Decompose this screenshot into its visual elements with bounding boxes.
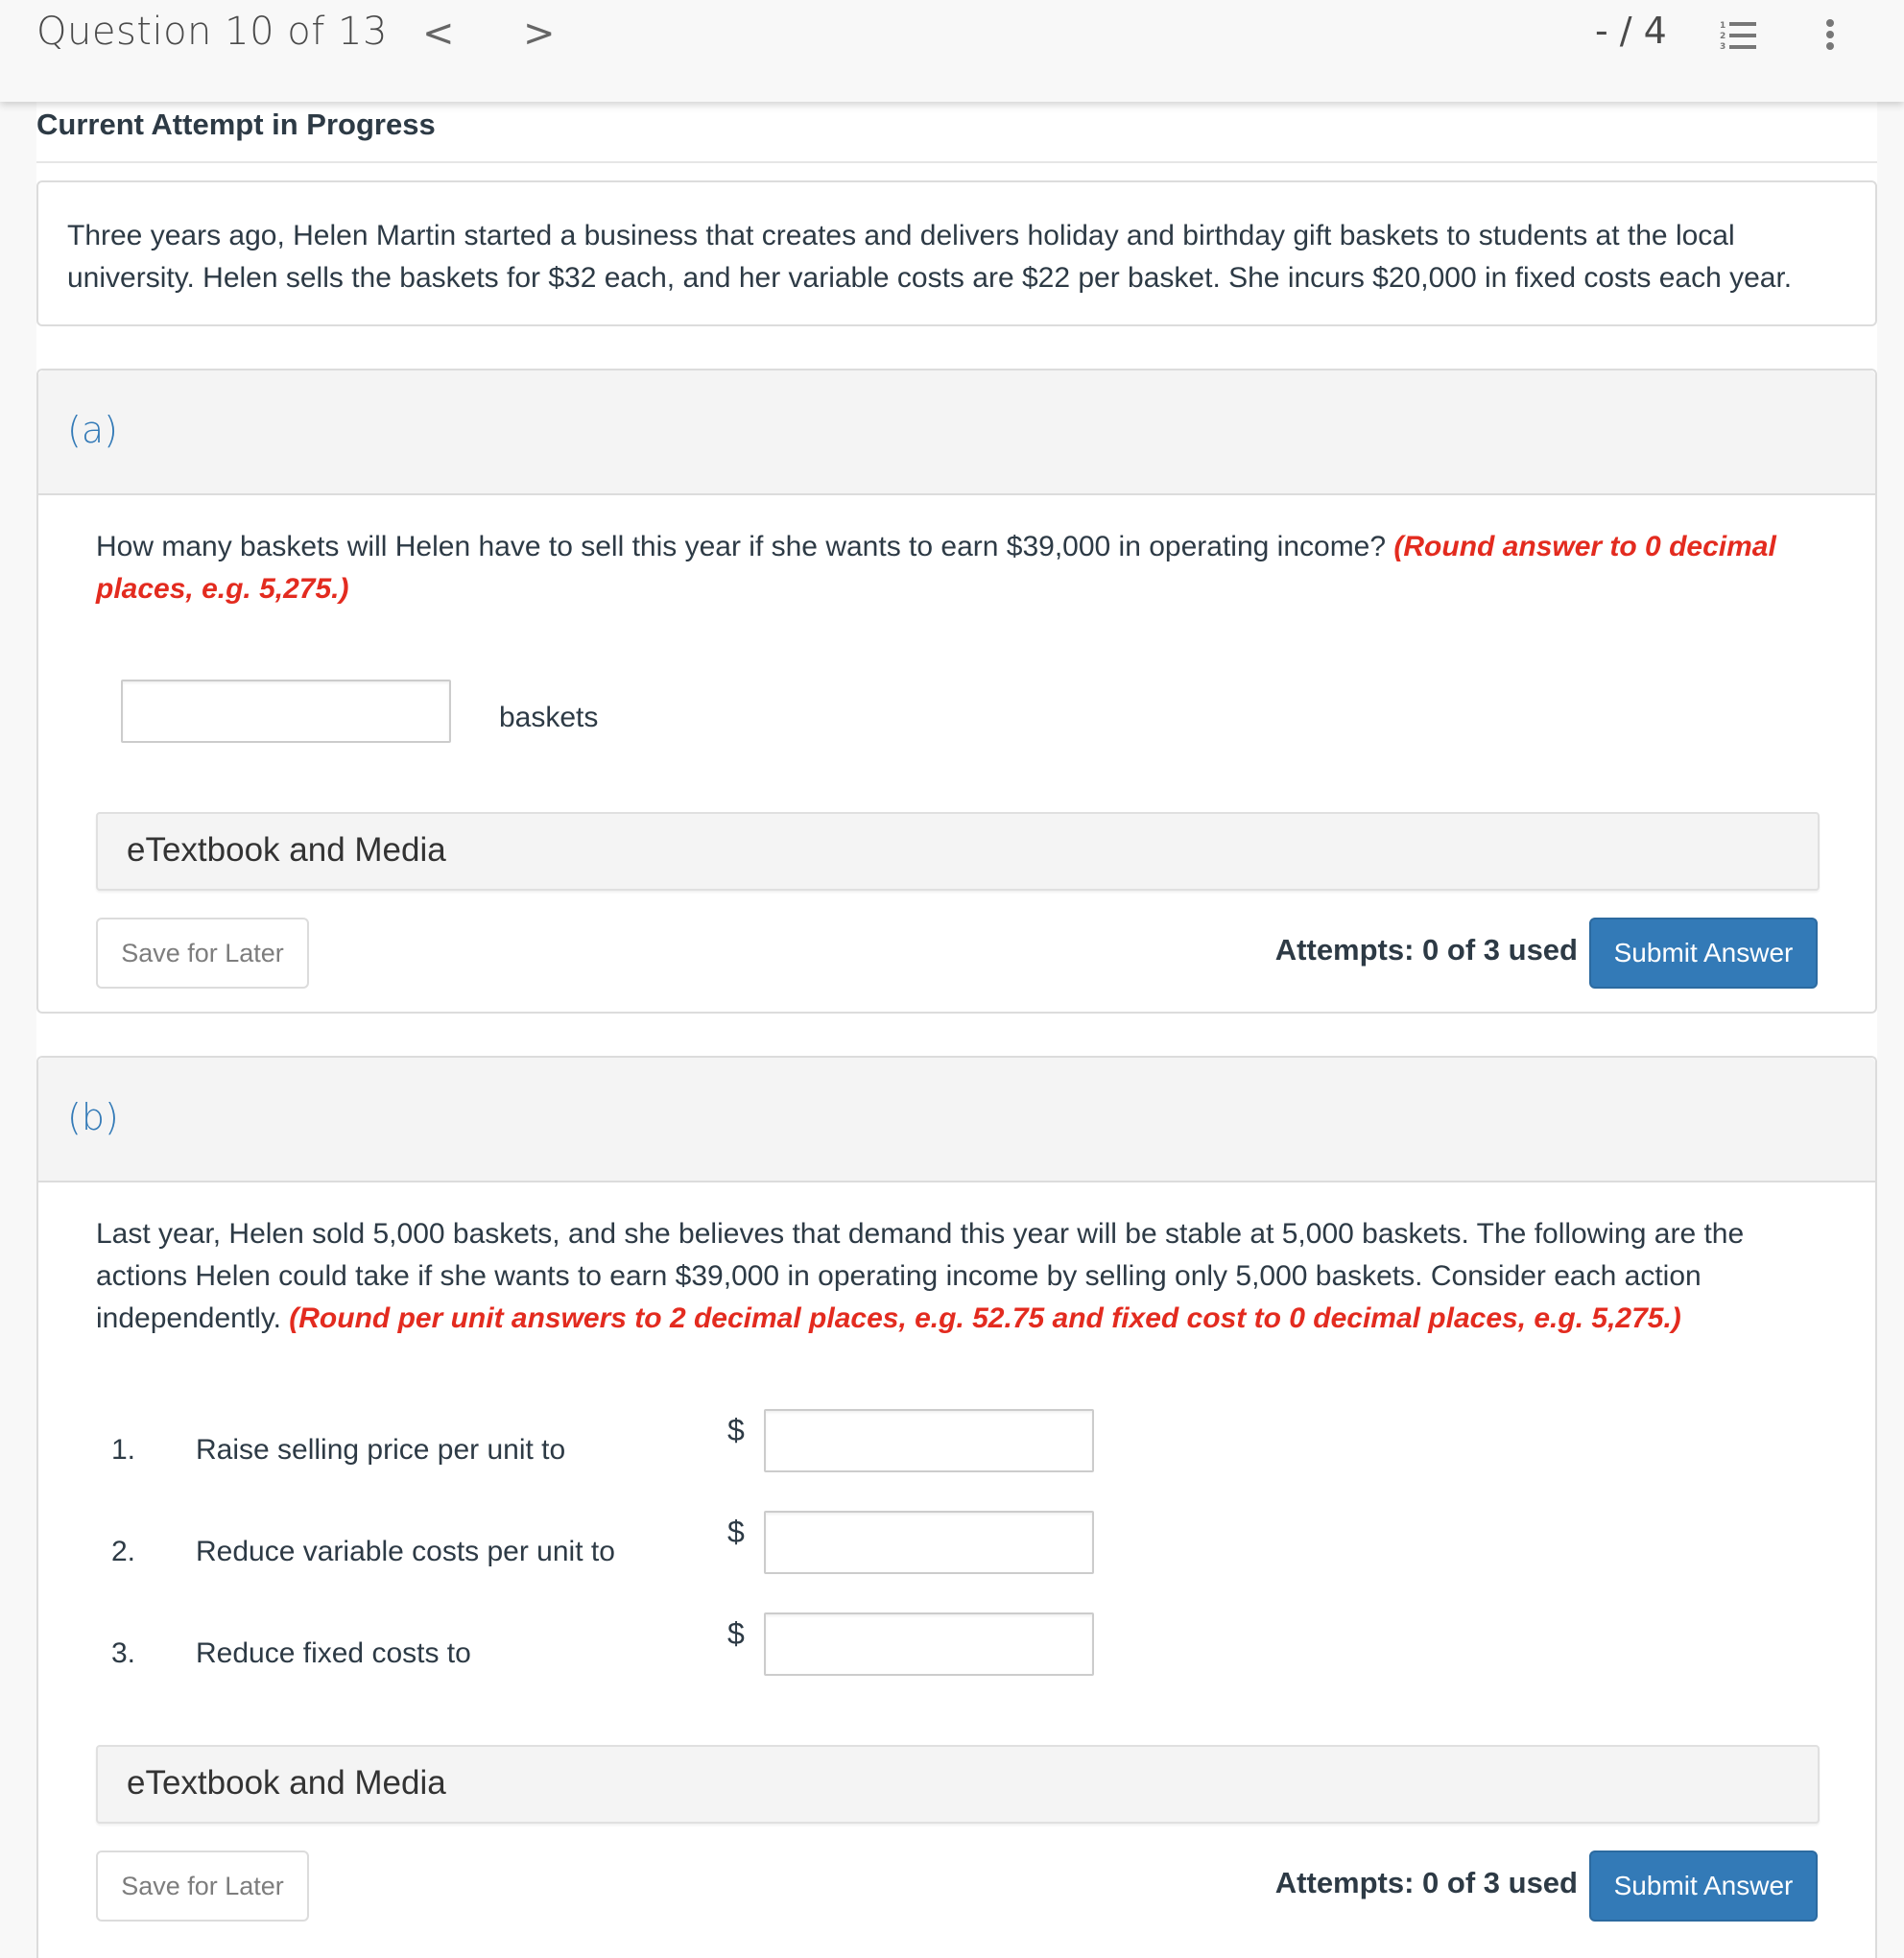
etextbook-media-toggle[interactable]: eTextbook and Media: [96, 812, 1820, 891]
question-counter: Question 10 of 13: [36, 10, 388, 54]
question-stem: Three years ago, Helen Martin started a …: [36, 180, 1877, 326]
part-a-question: How many baskets will Helen have to sell…: [96, 526, 1843, 610]
dollar-sign: $: [727, 1616, 745, 1651]
action-number: 2.: [111, 1536, 136, 1567]
attempt-heading-text: Current Attempt in Progress: [36, 107, 436, 141]
selling-price-input[interactable]: [764, 1409, 1094, 1472]
action-row: 2. Reduce variable costs per unit to $: [111, 1511, 1094, 1578]
part-b: (b) Last year, Helen sold 5,000 baskets,…: [36, 1056, 1877, 1958]
action-row: 1. Raise selling price per unit to $: [111, 1409, 1094, 1476]
chevron-right-icon[interactable]: >: [523, 10, 556, 58]
submit-answer-button[interactable]: Submit Answer: [1589, 1851, 1818, 1922]
part-a: (a) How many baskets will Helen have to …: [36, 369, 1877, 1014]
attempts-counter: Attempts: 0 of 3 used: [1274, 933, 1578, 967]
score-display: - / 4: [1595, 10, 1667, 52]
baskets-unit-label: baskets: [499, 702, 599, 733]
action-number: 3.: [111, 1637, 136, 1669]
save-for-later-button[interactable]: Save for Later: [96, 918, 309, 989]
dollar-sign: $: [727, 1515, 745, 1549]
svg-text:3: 3: [1720, 42, 1726, 50]
dollar-sign: $: [727, 1413, 745, 1447]
question-header: Question 10 of 13 < > - / 4 1 2 3: [0, 0, 1904, 102]
action-row: 3. Reduce fixed costs to $: [111, 1612, 1094, 1680]
question-content: Current Attempt in Progress Three years …: [36, 102, 1877, 1958]
fixed-cost-input[interactable]: [764, 1612, 1094, 1676]
part-a-question-text: How many baskets will Helen have to sell…: [96, 531, 1394, 562]
variable-cost-input[interactable]: [764, 1511, 1094, 1574]
etextbook-media-label: eTextbook and Media: [127, 831, 446, 869]
part-b-hint: (Round per unit answers to 2 decimal pla…: [289, 1302, 1681, 1334]
part-b-header: (b): [38, 1058, 1875, 1182]
action-label: Reduce variable costs per unit to: [196, 1536, 615, 1567]
part-a-header: (a): [38, 370, 1875, 495]
baskets-answer-input[interactable]: [121, 680, 451, 743]
attempts-counter: Attempts: 0 of 3 used: [1274, 1866, 1578, 1899]
numbered-list-icon[interactable]: 1 2 3: [1720, 19, 1758, 50]
svg-text:2: 2: [1720, 32, 1726, 41]
etextbook-media-toggle[interactable]: eTextbook and Media: [96, 1745, 1820, 1824]
part-b-question: Last year, Helen sold 5,000 baskets, and…: [96, 1213, 1843, 1340]
submit-answer-button[interactable]: Submit Answer: [1589, 918, 1818, 989]
action-number: 1.: [111, 1434, 136, 1466]
etextbook-media-label: eTextbook and Media: [127, 1764, 446, 1802]
attempt-heading: Current Attempt in Progress: [36, 102, 1877, 163]
action-label: Reduce fixed costs to: [196, 1637, 471, 1669]
svg-text:1: 1: [1720, 21, 1726, 31]
part-a-label: (a): [67, 409, 118, 451]
chevron-left-icon[interactable]: <: [422, 10, 455, 58]
save-for-later-button[interactable]: Save for Later: [96, 1851, 309, 1922]
more-vertical-icon[interactable]: [1823, 17, 1837, 56]
part-b-label: (b): [67, 1096, 119, 1138]
action-label: Raise selling price per unit to: [196, 1434, 566, 1466]
